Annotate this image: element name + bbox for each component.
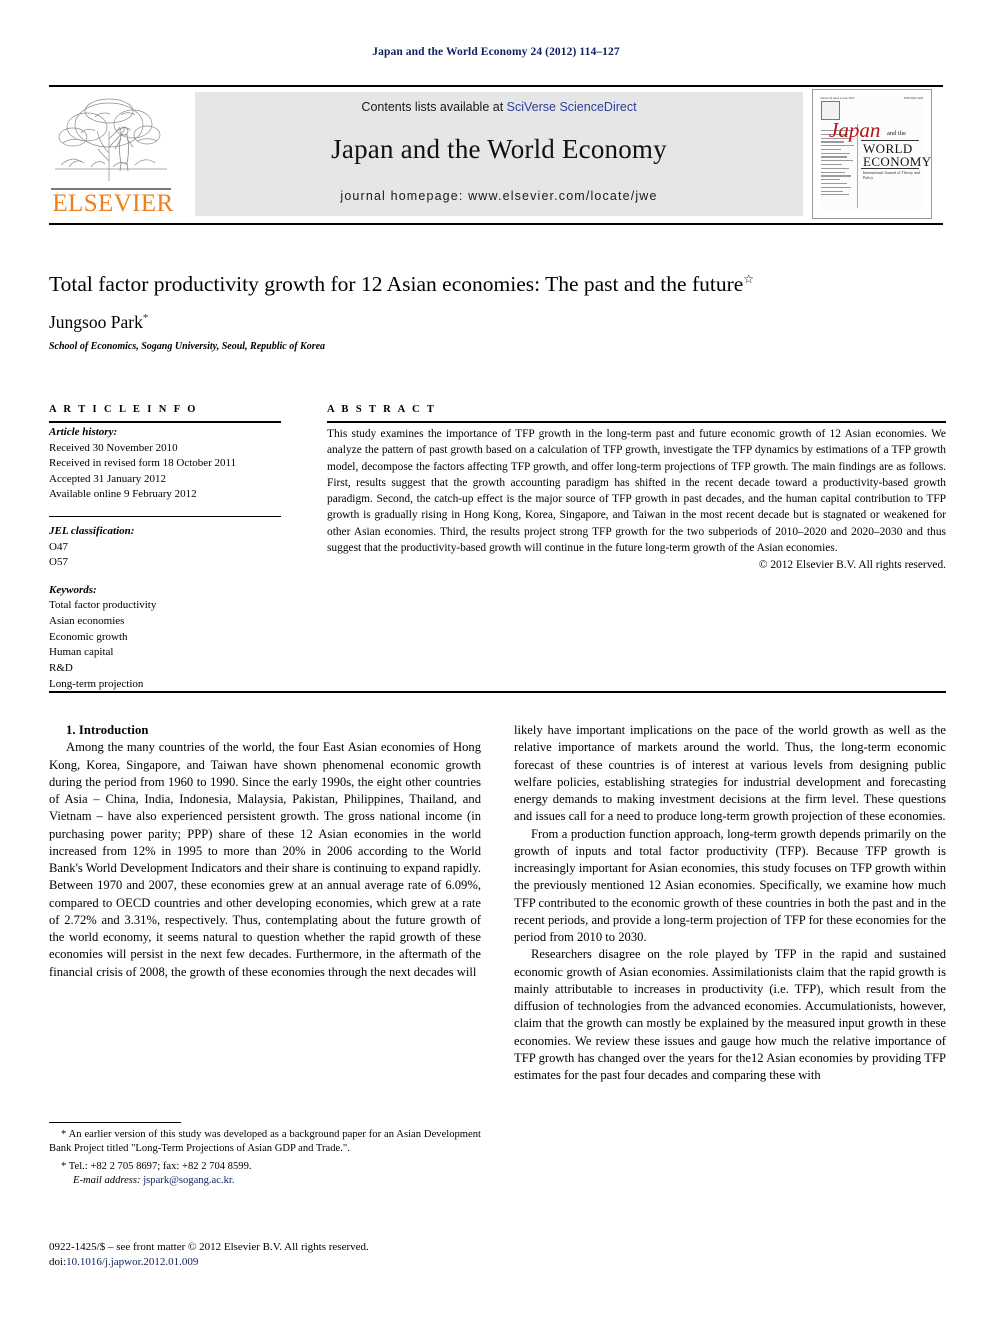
info-divider	[49, 516, 281, 518]
journal-masthead: ELSEVIER Contents lists available at Sci…	[49, 89, 943, 219]
article-history-group: Article history: Received 30 November 20…	[49, 425, 281, 503]
history-item: Received in revised form 18 October 2011	[49, 457, 237, 470]
footnote-tel-text: Tel.: +82 2 705 8697; fax: +82 2 704 859…	[68, 1160, 252, 1172]
footnote-star-text: An earlier version of this study was dev…	[49, 1129, 481, 1155]
author-footnote-marker[interactable]: *	[143, 312, 149, 324]
journal-cover-thumbnail[interactable]: Volume 24 Issue 2 June 2012 ISSN 0922-14…	[812, 89, 932, 219]
footnote-tel-marker: *	[61, 1160, 67, 1172]
doi-line: doi:10.1016/j.japwor.2012.01.009	[49, 1255, 509, 1270]
abstract-block: This study examines the importance of TF…	[327, 426, 946, 574]
jel-classification-group: JEL classification: O47 O57	[49, 524, 281, 571]
abstract-text: This study examines the importance of TF…	[327, 428, 946, 555]
cover-subtitle: International Journal of Theory and Poli…	[863, 170, 920, 180]
keyword-item: Asian economies	[49, 615, 125, 628]
keyword-item: Total factor productivity	[49, 599, 157, 612]
keywords-group: Keywords: Total factor productivity Asia…	[49, 583, 281, 692]
article-title-text: Total factor productivity growth for 12 …	[49, 272, 744, 297]
abstract-copyright: © 2012 Elsevier B.V. All rights reserved…	[758, 559, 946, 572]
email-label: E-mail address:	[73, 1175, 141, 1187]
article-info-header: A R T I C L E I N F O	[49, 404, 198, 415]
journal-homepage-link[interactable]: journal homepage: www.elsevier.com/locat…	[195, 189, 803, 203]
paragraph: From a production function approach, lon…	[514, 826, 946, 945]
cover-issue-right: ISSN 0922-1425	[903, 97, 923, 100]
footnote-contact: * Tel.: +82 2 705 8697; fax: +82 2 704 8…	[49, 1160, 481, 1174]
publisher-footer: 0922-1425/$ – see front matter © 2012 El…	[49, 1240, 509, 1270]
doi-label: doi:	[49, 1256, 67, 1269]
keyword-item: Long-term projection	[49, 677, 144, 690]
section-heading-introduction: 1. Introduction	[66, 723, 149, 737]
author-name: Jungsoo Park*	[49, 312, 148, 333]
footnote-email-line: E-mail address: jspark@sogang.ac.kr.	[49, 1174, 481, 1188]
author-text: Jungsoo Park	[49, 312, 143, 332]
footnote-rule	[49, 1122, 181, 1124]
paragraph: likely have important implications on th…	[514, 723, 946, 824]
abstract-header: A B S T R A C T	[327, 404, 437, 415]
jel-label: JEL classification:	[49, 525, 135, 538]
cover-rule-bottom	[861, 168, 919, 169]
sciencedirect-link[interactable]: SciVerse ScienceDirect	[507, 100, 637, 114]
history-item: Accepted 31 January 2012	[49, 472, 166, 485]
cover-japan-script: Japan	[829, 118, 881, 142]
email-address-link[interactable]: jspark@sogang.ac.kr.	[143, 1175, 234, 1186]
article-page: Japan and the World Economy 24 (2012) 11…	[0, 0, 992, 1323]
abstract-rule	[327, 421, 946, 423]
doi-link[interactable]: 10.1016/j.japwor.2012.01.009	[66, 1256, 198, 1268]
contents-prefix: Contents lists available at	[361, 100, 507, 114]
cover-andthe-text: and the	[887, 130, 906, 137]
elsevier-logo: ELSEVIER	[49, 89, 179, 219]
history-item: Received 30 November 2010	[49, 441, 178, 454]
footnote-star-note: * An earlier version of this study was d…	[49, 1128, 481, 1157]
jel-code: O57	[49, 556, 68, 569]
cover-economy-word: ECONOMY	[863, 154, 932, 170]
elsevier-tree-icon	[55, 98, 167, 181]
history-item: Available online 9 February 2012	[49, 488, 197, 501]
footnote-block: * An earlier version of this study was d…	[49, 1128, 481, 1189]
cover-world-economy-title: WORLD ECONOMY	[863, 142, 932, 170]
issn-front-matter-line: 0922-1425/$ – see front matter © 2012 El…	[49, 1241, 369, 1253]
footnote-star-marker: *	[61, 1129, 67, 1140]
jel-code: O47	[49, 540, 68, 553]
cover-issue-left: Volume 24 Issue 2 June 2012	[820, 97, 855, 100]
masthead-bottom-rule	[49, 223, 943, 225]
elsevier-wordmark: ELSEVIER	[52, 190, 174, 217]
keyword-item: Human capital	[49, 646, 114, 659]
body-column-right: likely have important implications on th…	[514, 722, 946, 1084]
keywords-label: Keywords:	[49, 583, 97, 596]
body-column-left: 1. Introduction Among the many countries…	[49, 722, 481, 981]
masthead-panel: Contents lists available at SciVerse Sci…	[195, 92, 803, 216]
masthead-top-rule	[49, 85, 943, 87]
paragraph: Among the many countries of the world, t…	[49, 740, 481, 979]
contents-available-line: Contents lists available at SciVerse Sci…	[195, 100, 803, 114]
cover-issue-line: Volume 24 Issue 2 June 2012 ISSN 0922-14…	[820, 97, 923, 100]
title-footnote-marker[interactable]: ☆	[743, 272, 754, 286]
article-info-rule	[49, 421, 281, 423]
keyword-item: R&D	[49, 661, 73, 674]
journal-title: Japan and the World Economy	[331, 134, 667, 164]
author-affiliation: School of Economics, Sogang University, …	[49, 341, 326, 352]
keyword-item: Economic growth	[49, 630, 128, 643]
page-title: Total factor productivity growth for 12 …	[49, 272, 949, 298]
running-head: Japan and the World Economy 24 (2012) 11…	[372, 46, 620, 58]
article-history-label: Article history:	[49, 426, 118, 438]
header-bottom-rule	[49, 691, 946, 693]
paragraph: Researchers disagree on the role played …	[514, 947, 946, 1082]
article-info-block: Article history: Received 30 November 20…	[49, 425, 281, 692]
